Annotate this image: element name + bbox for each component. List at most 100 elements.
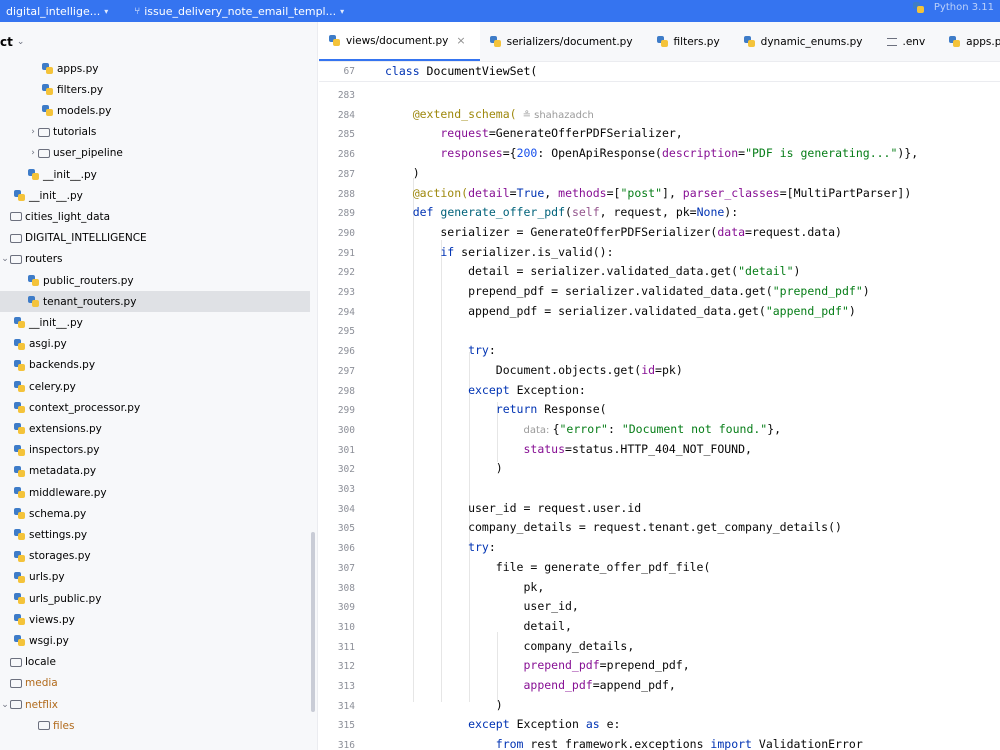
chevron-right-icon[interactable]: › (28, 127, 38, 137)
python-file-icon (329, 35, 340, 46)
tab-apps-py[interactable]: apps.py (939, 22, 1000, 61)
code-line[interactable]: append_pdf = serializer.validated_data.g… (385, 304, 856, 318)
tree-item[interactable]: settings.py (0, 524, 310, 545)
tree-item[interactable]: cities_light_data (0, 206, 310, 227)
code-line[interactable]: serializer = GenerateOfferPDFSerializer(… (385, 225, 842, 239)
tree-item-label: public_routers.py (43, 274, 134, 287)
tree-item[interactable]: extensions.py (0, 418, 310, 439)
tree-item[interactable]: filters.py (0, 79, 310, 100)
code-line[interactable]: company_details = request.tenant.get_com… (385, 520, 842, 534)
tree-item[interactable]: DIGITAL_INTELLIGENCE (0, 228, 310, 249)
code-editor[interactable]: 67 class DocumentViewSet( 283 284 285 286 28… (319, 62, 1000, 750)
tree-item[interactable]: middleware.py (0, 482, 310, 503)
parameter-hint: data: (523, 424, 553, 436)
project-switcher[interactable]: digital_intellige... ▾ (0, 0, 114, 22)
code-line[interactable]: ) (385, 698, 503, 712)
code-line[interactable]: append_pdf=append_pdf, (385, 678, 675, 692)
tree-item[interactable]: storages.py (0, 546, 310, 567)
code-token: if (385, 244, 462, 259)
tab-views-document-py[interactable]: views/document.py × (319, 22, 480, 61)
code-line[interactable]: @action(detail=True, methods=["post"], p… (385, 185, 912, 200)
code-line[interactable]: @extend_schema(≗ shahazadch (385, 107, 594, 121)
tree-item[interactable]: __init__.py (0, 185, 310, 206)
code-token: =pk) (655, 362, 683, 377)
tree-item[interactable]: models.py (0, 100, 310, 121)
code-line[interactable]: data: {"error": "Document not found."}, (385, 422, 781, 436)
tab-dynamic-enums-py[interactable]: dynamic_enums.py (734, 22, 877, 61)
code-line[interactable]: try: (385, 343, 496, 357)
code-token: )}, (897, 146, 919, 161)
code-token: as (585, 717, 607, 732)
tree-item-label: routers (25, 253, 63, 266)
branch-name: issue_delivery_note_email_templ... (144, 4, 337, 18)
tree-item[interactable]: schema.py (0, 503, 310, 524)
tab--env[interactable]: .env (877, 22, 940, 61)
code-line[interactable]: ) (385, 166, 420, 180)
chevron-down-icon[interactable]: ⌄ (0, 254, 10, 264)
code-line[interactable]: from rest_framework.exceptions import Va… (385, 737, 863, 750)
code-line[interactable]: if serializer.is_valid(): (385, 244, 613, 259)
tab-label: views/document.py (346, 34, 449, 47)
code-line[interactable]: prepend_pdf = serializer.validated_data.… (385, 284, 870, 298)
code-line[interactable]: ) (385, 461, 503, 475)
code-line[interactable]: file = generate_offer_pdf_file( (385, 559, 711, 574)
code-line[interactable]: responses={200: OpenApiResponse(descript… (385, 146, 918, 160)
tree-item[interactable]: files (0, 715, 310, 736)
chevron-down-icon[interactable]: ⌄ (0, 700, 10, 710)
code-line[interactable]: prepend_pdf=prepend_pdf, (385, 658, 689, 672)
code-line[interactable]: status=status.HTTP_404_NOT_FOUND, (385, 442, 751, 456)
code-line[interactable]: return Response( (385, 402, 607, 416)
tree-item[interactable]: inspectors.py (0, 440, 310, 461)
project-name: digital_intellige... (6, 4, 101, 18)
branch-switcher[interactable]: ⑂ issue_delivery_note_email_templ... ▾ (128, 0, 350, 22)
code-line[interactable]: user_id = request.user.id (385, 501, 641, 515)
close-icon[interactable]: × (456, 34, 465, 47)
tree-item[interactable]: urls_public.py (0, 588, 310, 609)
sidebar-scrollbar[interactable] (311, 532, 315, 712)
tree-item[interactable]: celery.py (0, 376, 310, 397)
chevron-right-icon[interactable]: › (28, 148, 38, 158)
code-line[interactable]: except Exception as e: (385, 717, 620, 731)
code-line[interactable]: def generate_offer_pdf(self, request, pk… (385, 205, 738, 219)
tree-item[interactable]: views.py (0, 609, 310, 630)
code-line[interactable]: user_id, (385, 599, 578, 613)
tree-item[interactable]: backends.py (0, 355, 310, 376)
tree-item[interactable]: tenant_routers.py (0, 291, 310, 313)
tree-item[interactable]: media (0, 673, 310, 694)
code-line[interactable]: try: (385, 540, 496, 554)
code-token: DocumentViewSet( (426, 64, 538, 78)
tree-item[interactable]: __init__.py (0, 312, 310, 333)
tree-item[interactable]: public_routers.py (0, 270, 310, 291)
code-line[interactable]: pk, (385, 580, 544, 594)
author-inlay[interactable]: ≗ shahazadch (523, 110, 594, 121)
code-line[interactable]: except Exception: (385, 383, 586, 397)
tree-item[interactable]: urls.py (0, 567, 310, 588)
code-line[interactable]: Document.objects.get(id=pk) (385, 363, 683, 377)
code-token: file = generate_offer_pdf_file( (385, 559, 711, 574)
tree-item[interactable]: ⌄ routers (0, 249, 310, 270)
code-token: except (385, 382, 517, 397)
code-token: "post" (620, 185, 663, 200)
code-line[interactable]: detail, (385, 619, 571, 633)
code-line[interactable]: detail = serializer.validated_data.get("… (385, 264, 800, 278)
tree-item[interactable]: apps.py (0, 58, 310, 79)
tree-item[interactable]: metadata.py (0, 461, 310, 482)
tab-filters-py[interactable]: filters.py (647, 22, 734, 61)
interpreter-widget[interactable]: Python 3.11 (912, 2, 994, 13)
tree-item-label: tutorials (53, 126, 97, 139)
tab-label: .env (902, 35, 926, 48)
tree-item[interactable]: locale (0, 652, 310, 673)
tree-item[interactable]: asgi.py (0, 334, 310, 355)
tree-item[interactable]: ⌄ netflix (0, 694, 310, 715)
tree-item[interactable]: context_processor.py (0, 397, 310, 418)
code-line[interactable]: company_details, (385, 639, 634, 653)
tree-item[interactable]: › tutorials (0, 122, 310, 143)
tree-item-label: urls_public.py (29, 592, 102, 605)
code-line[interactable]: request=GenerateOfferPDFSerializer, (385, 126, 682, 140)
tree-item[interactable]: › user_pipeline (0, 143, 310, 164)
project-panel-header[interactable]: ct ⌄ (0, 22, 317, 62)
tab-serializers-document-py[interactable]: serializers/document.py (480, 22, 647, 61)
project-panel-title: ct (0, 35, 13, 49)
tree-item[interactable]: __init__.py (0, 164, 310, 185)
tree-item[interactable]: wsgi.py (0, 630, 310, 651)
